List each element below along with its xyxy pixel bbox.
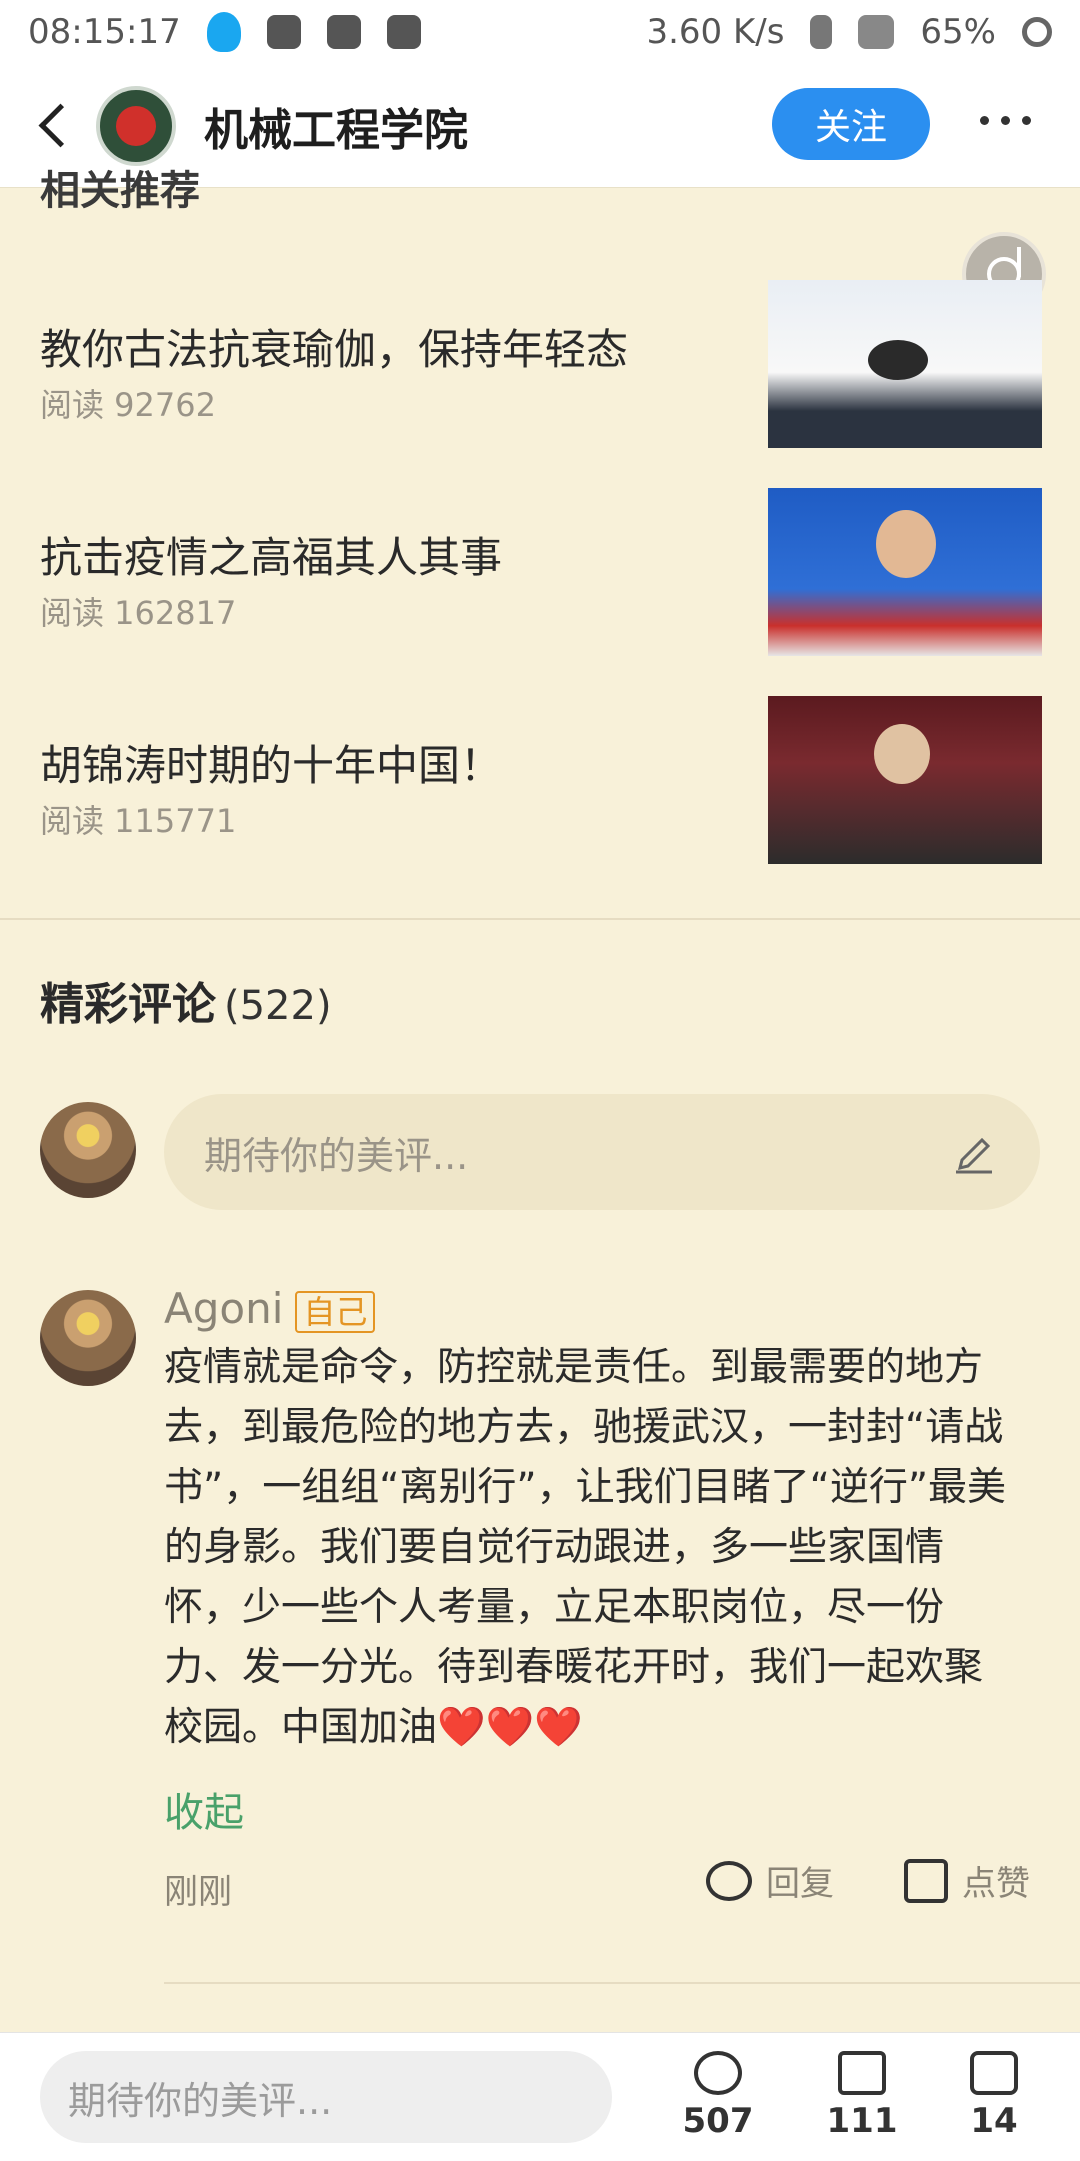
more-dot-icon [1022, 116, 1031, 125]
article-title: 胡锦涛时期的十年中国！ [40, 741, 503, 790]
gallery-notification-icon [386, 15, 421, 49]
follow-button[interactable]: 关注 [772, 88, 930, 160]
college-logo[interactable] [96, 85, 176, 166]
like-button[interactable]: 点赞 [904, 1856, 1030, 1905]
likes-total: 111 [826, 2101, 898, 2141]
reply-label: 回复 [766, 1864, 834, 1904]
article-title: 抗击疫情之高福其人其事 [40, 533, 503, 582]
comments-heading: 精彩评论 (522) [40, 968, 332, 1032]
comment-input[interactable]: 期待你的美评... [164, 1094, 1040, 1210]
related-article[interactable]: 教你古法抗衰瑜伽，保持年轻态 阅读 92762 [40, 280, 1042, 448]
article-thumbnail [768, 280, 1042, 448]
thumbs-up-icon [904, 1858, 948, 1903]
avatar[interactable] [40, 1102, 136, 1198]
shares-total: 14 [970, 2101, 1018, 2141]
bottom-input-placeholder: 期待你的美评... [68, 2078, 333, 2123]
app-notification-icon [266, 15, 301, 49]
logo-emblem [116, 105, 156, 146]
pencil-icon [956, 1137, 992, 1174]
comment-divider [164, 1982, 1080, 1984]
message-notification-icon [326, 15, 361, 49]
signal-icon [858, 15, 895, 49]
section-divider [0, 918, 1080, 920]
thumbnail-figure [874, 724, 930, 784]
vibrate-icon [810, 15, 833, 49]
comment-author-name[interactable]: Agoni [164, 1284, 283, 1333]
bottom-action-bar: 期待你的美评... 507 111 14 [0, 2032, 1080, 2161]
more-dot-icon [1001, 116, 1010, 125]
chevron-left-icon [38, 103, 82, 148]
related-article[interactable]: 抗击疫情之高福其人其事 阅读 162817 [40, 488, 1042, 656]
comments-count: (522) [224, 983, 332, 1029]
bottom-comment-input[interactable]: 期待你的美评... [40, 2051, 612, 2143]
battery-percent: 65% [920, 12, 996, 52]
related-heading: 相关推荐 [40, 168, 200, 214]
like-label: 点赞 [962, 1864, 1030, 1904]
article-reads: 阅读 162817 [40, 594, 237, 632]
article-thumbnail [768, 696, 1042, 864]
status-right: 3.60 K/s 65% [646, 12, 1052, 52]
thumbs-up-icon [838, 2051, 886, 2095]
comment-author: Agoni 自己 [164, 1284, 376, 1333]
thumbnail-figure [876, 510, 936, 578]
article-reads: 阅读 92762 [40, 386, 216, 424]
status-bar: 08:15:17 3.60 K/s 65% [0, 0, 1080, 64]
collapse-link[interactable]: 收起 [164, 1780, 244, 1838]
reply-button[interactable]: 回复 [706, 1856, 834, 1905]
self-badge: 自己 [295, 1290, 376, 1333]
qq-icon [206, 12, 241, 52]
more-dot-icon [980, 116, 989, 125]
network-speed: 3.60 K/s [646, 12, 785, 52]
status-time: 08:15:17 [28, 12, 181, 52]
comments-title: 精彩评论 [40, 979, 216, 1030]
comment-time: 刚刚 [164, 1872, 232, 1912]
thumbnail-figure [868, 340, 928, 380]
comment-bubble-icon [694, 2051, 742, 2095]
share-stat-button[interactable]: 14 [934, 2043, 1054, 2141]
comments-total: 507 [682, 2101, 754, 2141]
battery-icon [1022, 17, 1052, 47]
page-title[interactable]: 机械工程学院 [204, 94, 468, 158]
comment-bubble-icon [706, 1860, 752, 1901]
share-icon [970, 2051, 1018, 2095]
article-title: 教你古法抗衰瑜伽，保持年轻态 [40, 325, 629, 374]
more-button[interactable] [980, 116, 1031, 125]
comment-input-placeholder: 期待你的美评... [204, 1133, 469, 1178]
article-reads: 阅读 115771 [40, 802, 237, 840]
likes-stat-button[interactable]: 111 [802, 2043, 922, 2141]
status-left: 08:15:17 [28, 12, 421, 52]
comment-text: 疫情就是命令，防控就是责任。到最需要的地方去，到最危险的地方去，驰援武汉，一封封… [164, 1345, 1007, 1750]
article-thumbnail [768, 488, 1042, 656]
related-article[interactable]: 胡锦涛时期的十年中国！ 阅读 115771 [40, 696, 1042, 864]
comment-avatar[interactable] [40, 1290, 136, 1386]
comments-stat-button[interactable]: 507 [658, 2043, 778, 2141]
